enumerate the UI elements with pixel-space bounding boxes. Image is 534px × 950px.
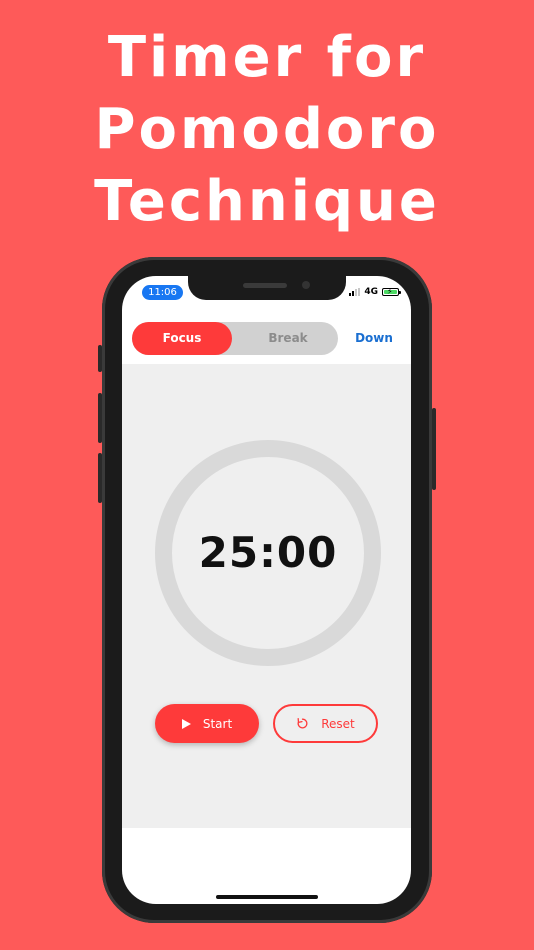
status-indicators: 4G ⚡ (349, 286, 401, 298)
start-label: Start (202, 716, 233, 731)
volume-down-button (98, 453, 102, 503)
headline-line-1: Timer for (107, 25, 427, 90)
speaker (243, 283, 287, 288)
timer-display: 25:00 (198, 528, 338, 577)
status-time: 11:06 (142, 285, 183, 300)
battery-charging-icon: ⚡ (382, 288, 401, 296)
volume-up-button (98, 393, 102, 443)
camera (302, 281, 310, 289)
home-indicator[interactable] (216, 895, 318, 899)
signal-icon (349, 288, 361, 296)
headline-line-2: Pomodoro (94, 97, 440, 162)
focus-tab[interactable]: Focus (132, 322, 232, 355)
reset-label: Reset (321, 716, 355, 731)
count-direction-button[interactable]: Down (350, 322, 398, 355)
play-icon (181, 718, 191, 729)
timer-panel: 25:00 Start Reset (122, 364, 411, 828)
reset-icon (297, 717, 308, 729)
notch (188, 276, 346, 300)
start-button[interactable]: Start (155, 704, 259, 743)
network-type: 4G (364, 287, 378, 297)
mute-switch (98, 345, 102, 372)
headline-line-3: Technique (94, 169, 440, 234)
mode-segmented-control: Focus Break (132, 322, 338, 355)
phone-screen: 11:06 4G ⚡ Focus Break Down 25:00 Start … (122, 276, 411, 904)
reset-button[interactable]: Reset (273, 704, 378, 743)
power-button (432, 408, 436, 490)
break-tab[interactable]: Break (238, 322, 338, 355)
headline: Timer for Pomodoro Technique (0, 22, 534, 238)
